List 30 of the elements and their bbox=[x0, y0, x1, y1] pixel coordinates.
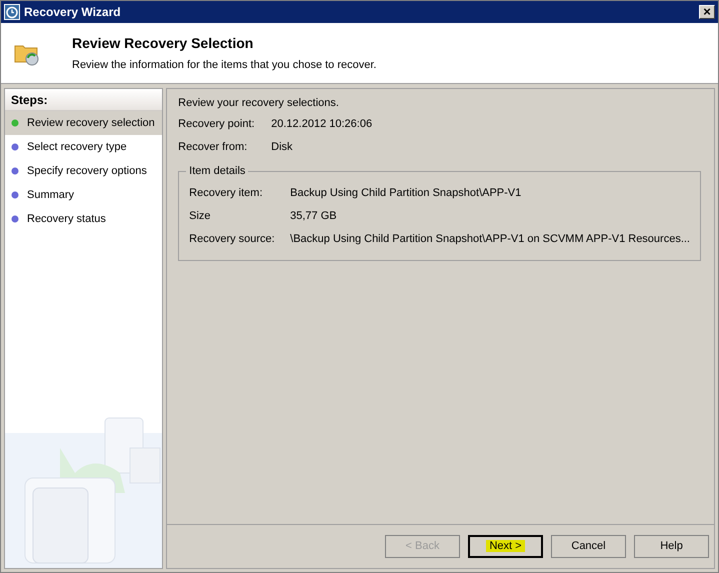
bullet-icon bbox=[11, 215, 19, 223]
step-item[interactable]: Specify recovery options bbox=[5, 159, 162, 183]
wizard-button[interactable]: Cancel bbox=[551, 535, 626, 558]
detail-value: \Backup Using Child Partition Snapshot\APP-V1 on SCVMM APP-V1 Resources... bbox=[290, 232, 690, 248]
close-button[interactable]: × bbox=[699, 5, 715, 19]
step-item[interactable]: Summary bbox=[5, 183, 162, 207]
step-item[interactable]: Select recovery type bbox=[5, 135, 162, 159]
field-value: 20.12.2012 10:26:06 bbox=[271, 117, 372, 132]
detail-label: Recovery source: bbox=[189, 232, 276, 248]
detail-value: 35,77 GB bbox=[290, 209, 337, 224]
clock-icon bbox=[4, 4, 20, 20]
bullet-icon bbox=[11, 167, 19, 175]
step-item[interactable]: Recovery status bbox=[5, 207, 162, 231]
step-item[interactable]: Review recovery selection bbox=[5, 111, 162, 135]
detail-value: Backup Using Child Partition Snapshot\APP-V1 bbox=[290, 186, 522, 202]
bullet-icon bbox=[11, 143, 19, 151]
wizard-button[interactable]: Help bbox=[634, 535, 709, 558]
page-subtitle: Review the information for the items that you chose to recover. bbox=[72, 58, 376, 73]
field-label: Recovery point: bbox=[178, 117, 256, 132]
window-title: Recovery Wizard bbox=[24, 4, 122, 21]
detail-label: Size bbox=[189, 209, 212, 224]
bullet-icon bbox=[11, 119, 19, 127]
bullet-icon bbox=[11, 191, 19, 199]
page-title: Review Recovery Selection bbox=[72, 34, 254, 53]
detail-label: Recovery item: bbox=[189, 186, 264, 202]
wizard-button[interactable]: Next > bbox=[468, 535, 543, 558]
field-label: Recover from: bbox=[178, 140, 248, 156]
steps-title: Steps: bbox=[5, 89, 162, 111]
field-value: Disk bbox=[271, 140, 293, 156]
intro-text: Review your recovery selections. bbox=[178, 96, 340, 111]
